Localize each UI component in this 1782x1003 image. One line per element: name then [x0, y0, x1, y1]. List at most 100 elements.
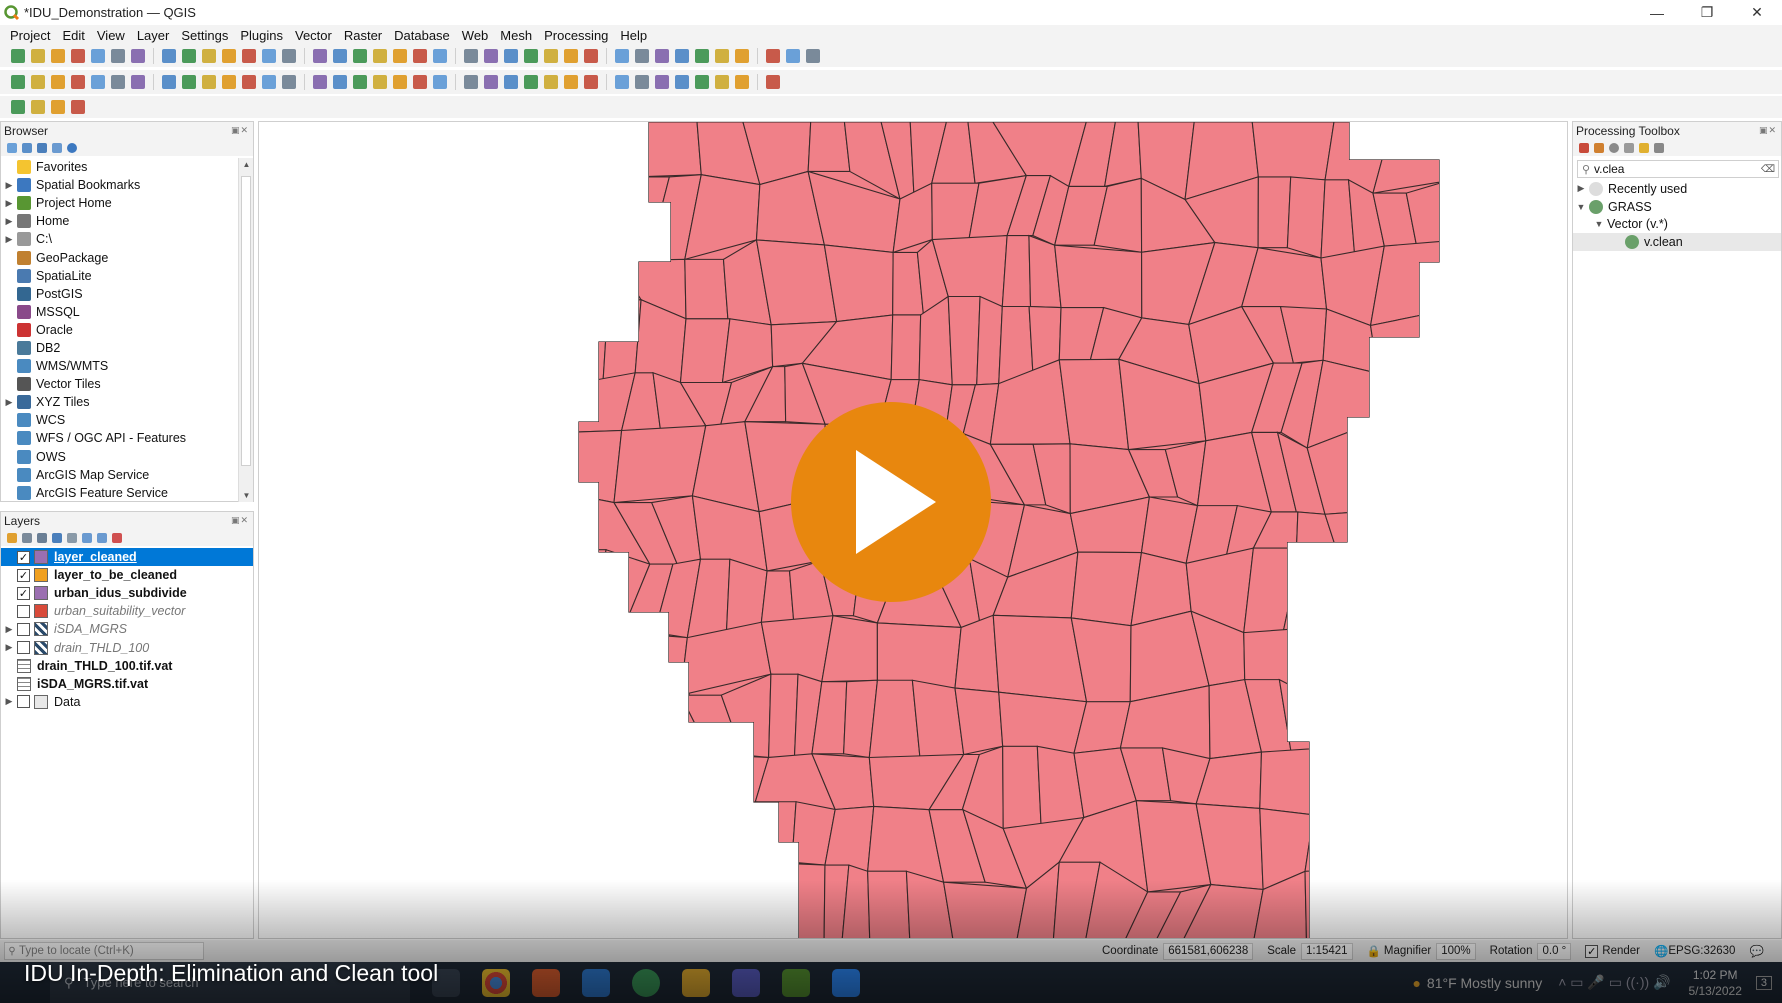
browser-item-spatial-bookmarks[interactable]: ▶ Spatial Bookmarks	[1, 176, 238, 194]
menu-processing[interactable]: Processing	[538, 28, 614, 43]
expand-arrow-icon[interactable]: ▼	[1573, 202, 1589, 212]
weather-icon[interactable]: ●	[1412, 975, 1420, 991]
toolbar-tool-icon[interactable]	[51, 100, 65, 114]
layer-visibility-checkbox[interactable]: ✓	[17, 586, 30, 600]
menu-layer[interactable]: Layer	[131, 28, 176, 43]
minimize-button[interactable]: —	[1632, 0, 1682, 25]
toolbar-tool-icon[interactable]	[373, 49, 387, 63]
scripts-icon[interactable]	[1594, 142, 1604, 153]
browser-icon[interactable]	[632, 968, 660, 997]
browser-item-favorites[interactable]: Favorites	[1, 158, 238, 176]
zoom-icon[interactable]	[832, 968, 860, 997]
messages-icon[interactable]: 💬	[1749, 944, 1763, 958]
toolbar-tool-icon[interactable]	[615, 75, 629, 89]
render-checkbox[interactable]: ✓	[1585, 944, 1599, 958]
layer-row[interactable]: ▶ Data	[1, 693, 253, 711]
toolbar-tool-icon[interactable]	[91, 49, 105, 63]
layer-row[interactable]: ✓ urban_idus_subdivide	[1, 584, 253, 602]
dock-controls-icon[interactable]: ▣✕	[1759, 125, 1777, 136]
browser-item-spatialite[interactable]: SpatiaLite	[1, 267, 238, 285]
restore-button[interactable]: ❐	[1682, 0, 1732, 25]
expand-arrow-icon[interactable]: ▶	[1, 216, 17, 227]
toolbar-tool-icon[interactable]	[715, 49, 729, 63]
file-explorer-icon[interactable]	[682, 968, 710, 997]
tray-icons[interactable]: ˄ ▭ 🎤 ▭ ((·)) 🔊	[1558, 974, 1670, 991]
toolbar-tool-icon[interactable]	[433, 49, 447, 63]
toolbar-tool-icon[interactable]	[91, 75, 105, 89]
close-button[interactable]: ✕	[1732, 0, 1782, 25]
toolbar-tool-icon[interactable]	[413, 75, 427, 89]
toolbar-tool-icon[interactable]	[695, 75, 709, 89]
layer-row[interactable]: iSDA_MGRS.tif.vat	[1, 675, 253, 693]
clock[interactable]: 1:02 PM 5/13/2022	[1688, 967, 1741, 999]
toolbar-tool-icon[interactable]	[635, 75, 649, 89]
collapse-all-icon[interactable]	[97, 532, 107, 543]
menu-settings[interactable]: Settings	[175, 28, 234, 43]
browser-item-mssql[interactable]: MSSQL	[1, 303, 238, 321]
menu-mesh[interactable]: Mesh	[494, 28, 538, 43]
add-selected-icon[interactable]	[7, 142, 17, 153]
browser-item-xyz-tiles[interactable]: ▶ XYZ Tiles	[1, 393, 238, 411]
toolbar-tool-icon[interactable]	[282, 75, 296, 89]
coordinate-field[interactable]: 661581,606238	[1163, 942, 1254, 960]
toolbar-tool-icon[interactable]	[111, 75, 125, 89]
toolbar-tool-icon[interactable]	[524, 49, 538, 63]
models-icon[interactable]	[1579, 142, 1589, 153]
toolbar-tool-icon[interactable]	[182, 75, 196, 89]
browser-scrollbar[interactable]: ▲ ▼	[238, 158, 253, 502]
scrollbar-thumb[interactable]	[241, 176, 251, 466]
toolbar-tool-icon[interactable]	[222, 75, 236, 89]
layer-row[interactable]: drain_THLD_100.tif.vat	[1, 657, 253, 675]
history-icon[interactable]	[1609, 142, 1619, 153]
play-button[interactable]	[791, 402, 991, 602]
toolbar-tool-icon[interactable]	[333, 49, 347, 63]
expand-arrow-icon[interactable]: ▶	[1573, 183, 1589, 194]
toolbar-tool-icon[interactable]	[735, 49, 749, 63]
layer-row[interactable]: ✓ layer_cleaned	[1, 548, 253, 567]
toolbar-tool-icon[interactable]	[131, 49, 145, 63]
add-group-icon[interactable]	[22, 532, 32, 543]
browser-item-project-home[interactable]: ▶ Project Home	[1, 194, 238, 212]
toolbar-tool-icon[interactable]	[393, 75, 407, 89]
style-manager-icon[interactable]	[7, 532, 17, 543]
expand-arrow-icon[interactable]: ▼	[1591, 219, 1607, 229]
dock-controls-icon[interactable]: ▣✕	[231, 515, 249, 526]
magnifier-spinbox[interactable]: 100%	[1436, 942, 1476, 960]
browser-item-arcgis-feature-service[interactable]: ArcGIS Feature Service	[1, 484, 238, 502]
toolbar-tool-icon[interactable]	[464, 75, 478, 89]
toolbar-tool-icon[interactable]	[162, 75, 176, 89]
toolbar-tool-icon[interactable]	[635, 49, 649, 63]
layer-row[interactable]: urban_suitability_vector	[1, 602, 253, 620]
todo-icon[interactable]	[582, 968, 610, 997]
toolbar-tool-icon[interactable]	[11, 100, 25, 114]
lock-icon[interactable]: 🔒	[1367, 944, 1381, 958]
notification-badge[interactable]: 3	[1755, 975, 1772, 990]
toolbar-tool-icon[interactable]	[353, 49, 367, 63]
toolbar-tool-icon[interactable]	[655, 49, 669, 63]
toolbar-tool-icon[interactable]	[715, 75, 729, 89]
layer-visibility-checkbox[interactable]	[17, 622, 30, 636]
menu-help[interactable]: Help	[614, 28, 653, 43]
toolbar-tool-icon[interactable]	[484, 75, 498, 89]
toolbar-tool-icon[interactable]	[564, 49, 578, 63]
layer-row[interactable]: ▶ iSDA_MGRS	[1, 620, 253, 638]
qgis-taskbar-icon[interactable]	[782, 968, 810, 997]
layer-visibility-checkbox[interactable]	[17, 641, 30, 655]
toolbar-tool-icon[interactable]	[584, 75, 598, 89]
toolbar-tool-icon[interactable]	[655, 75, 669, 89]
browser-item-ows[interactable]: OWS	[1, 448, 238, 466]
collapse-all-icon[interactable]	[52, 142, 62, 153]
render-toggle[interactable]: ✓ Render	[1585, 944, 1640, 958]
toolbar-tool-icon[interactable]	[433, 75, 447, 89]
browser-item-wms-wmts[interactable]: WMS/WMTS	[1, 357, 238, 375]
toolbar-tool-icon[interactable]	[584, 49, 598, 63]
browser-item-home[interactable]: ▶ Home	[1, 212, 238, 230]
toolbar-tool-icon[interactable]	[242, 75, 256, 89]
toolbar-tool-icon[interactable]	[282, 49, 296, 63]
dock-controls-icon[interactable]: ▣✕	[231, 125, 249, 136]
toolbar-tool-icon[interactable]	[675, 49, 689, 63]
toolbar-tool-icon[interactable]	[31, 49, 45, 63]
toolbar-tool-icon[interactable]	[71, 100, 85, 114]
edit-features-in-place-icon[interactable]	[1639, 142, 1649, 153]
toolbar-tool-icon[interactable]	[373, 75, 387, 89]
